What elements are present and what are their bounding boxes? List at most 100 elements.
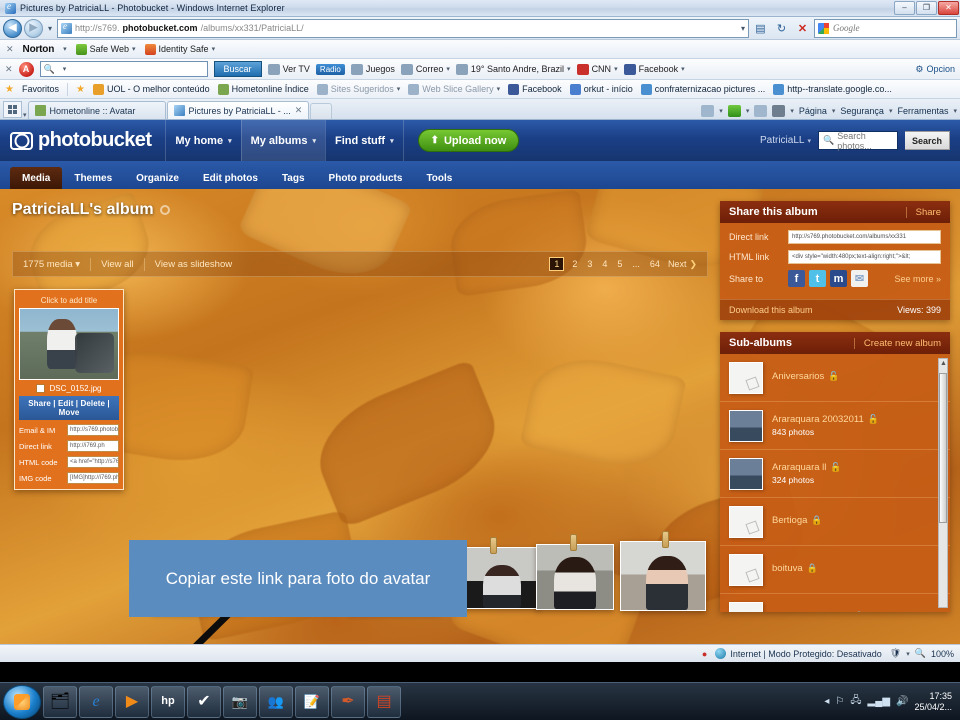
ask-item-facebook[interactable]: Facebook ▾ xyxy=(623,63,685,75)
ask-search-input[interactable]: 🔍 ▾ xyxy=(39,61,208,77)
taskbar-app-webcam[interactable]: 📷 xyxy=(223,685,257,718)
command-pagina[interactable]: Página xyxy=(799,106,827,116)
security-zone[interactable]: Internet | Modo Protegido: Desativado xyxy=(715,648,882,659)
direct-link-input[interactable]: http://i769.ph xyxy=(67,440,119,452)
url-input[interactable]: http://s769.photobucket.com/albums/xx331… xyxy=(57,18,749,38)
upload-now-button[interactable]: ⬆ Upload now xyxy=(417,129,520,152)
user-menu[interactable]: PatriciaLL ▾ xyxy=(760,135,811,146)
caret-icon[interactable]: ▾ xyxy=(746,107,750,115)
tab-hometonline-avatar[interactable]: Hometonline :: Avatar xyxy=(27,101,166,119)
norton-item-safe-web[interactable]: Safe Web ▾ xyxy=(75,43,136,55)
back-button[interactable]: ◀ xyxy=(3,18,22,38)
media-checkbox[interactable] xyxy=(36,384,46,393)
taskbar-app-check[interactable]: ✔ xyxy=(187,685,221,718)
refresh-button[interactable]: ↻ xyxy=(772,19,791,38)
norton-caret-icon[interactable]: ▾ xyxy=(63,45,67,53)
minimize-button[interactable]: – xyxy=(894,1,915,15)
photo-thumbnail[interactable] xyxy=(536,544,614,610)
photo-search-input[interactable]: 🔍 Search photos... xyxy=(817,131,898,151)
norton-close-icon[interactable]: ✕ xyxy=(6,44,14,55)
nav-find-stuff[interactable]: Find stuff ▾ xyxy=(324,120,404,161)
ask-options-button[interactable]: ⚙ Opcion xyxy=(915,64,955,75)
ask-item-cnn[interactable]: CNN ▾ xyxy=(576,63,618,75)
list-item[interactable]: Aniversarios 🔓 xyxy=(720,354,950,402)
subnav-themes[interactable]: Themes xyxy=(62,167,124,189)
taskbar-app-explorer[interactable]: 🗂 xyxy=(43,685,77,718)
command-seguranca[interactable]: Segurança xyxy=(840,106,884,116)
taskbar-app-media-player[interactable]: ▶ xyxy=(115,685,149,718)
forward-button[interactable]: ▶ xyxy=(24,18,43,38)
close-button[interactable]: ✕ xyxy=(938,1,959,15)
list-item[interactable]: Bertioga 🔒 xyxy=(720,498,950,546)
ask-close-icon[interactable]: ✕ xyxy=(5,64,13,75)
favorite-web-slice-gallery[interactable]: Web Slice Gallery ▾ xyxy=(408,83,500,95)
zoom-level[interactable]: 100% xyxy=(931,649,954,659)
add-title-link[interactable]: Click to add title xyxy=(19,294,119,308)
start-button[interactable] xyxy=(3,684,41,719)
view-slideshow-link[interactable]: View as slideshow xyxy=(145,259,242,270)
caret-icon[interactable]: ▾ xyxy=(719,107,723,115)
subnav-photo-products[interactable]: Photo products xyxy=(317,167,415,189)
compatibility-button[interactable]: ▤ xyxy=(751,19,770,38)
favorite-orkut[interactable]: orkut - início xyxy=(569,83,633,95)
taskbar-app-internet-explorer[interactable]: e xyxy=(79,685,113,718)
view-all-link[interactable]: View all xyxy=(91,259,144,270)
favorite-hometonline[interactable]: Hometonline Índice xyxy=(217,83,309,95)
new-tab-button[interactable] xyxy=(310,103,333,119)
chevron-down-icon[interactable]: ▾ xyxy=(906,650,910,658)
signal-icon[interactable]: ▂▄▆ xyxy=(868,696,890,707)
caret-icon[interactable]: ▾ xyxy=(889,107,893,115)
twitter-icon[interactable]: t xyxy=(809,270,826,287)
page-3[interactable]: 3 xyxy=(585,259,594,269)
myspace-icon[interactable]: m xyxy=(830,270,847,287)
subnav-organize[interactable]: Organize xyxy=(124,167,191,189)
page-2[interactable]: 2 xyxy=(570,259,579,269)
email-im-input[interactable]: http://s769.photob xyxy=(67,424,119,436)
favorites-label[interactable]: Favoritos xyxy=(22,84,59,94)
quick-tabs-button[interactable] xyxy=(3,101,22,118)
ask-item-ver-tv[interactable]: Ver TV xyxy=(267,63,310,75)
print-icon[interactable] xyxy=(772,105,786,117)
img-code-input[interactable]: [IMG]http://i769.ph xyxy=(67,472,119,484)
subnav-edit-photos[interactable]: Edit photos xyxy=(191,167,270,189)
history-caret-icon[interactable]: ▾ xyxy=(45,24,55,33)
media-actions[interactable]: Share | Edit | Delete | Move xyxy=(19,396,119,420)
favorite-sites-sugeridos[interactable]: Sites Sugeridos ▾ xyxy=(316,83,400,95)
network-icon[interactable]: 🖧 xyxy=(850,693,861,710)
page-64[interactable]: 64 xyxy=(648,259,662,269)
tab-close-icon[interactable]: ✕ xyxy=(295,105,303,116)
volume-icon[interactable]: 🔊 xyxy=(896,696,908,707)
media-thumbnail[interactable] xyxy=(19,308,119,380)
caret-icon[interactable]: ▾ xyxy=(790,107,794,115)
url-dropdown-icon[interactable]: ▾ xyxy=(741,24,745,33)
photobucket-logo[interactable]: photobucket xyxy=(10,129,152,152)
photo-thumbnail[interactable] xyxy=(620,541,706,611)
command-ferramentas[interactable]: Ferramentas xyxy=(897,106,948,116)
next-page-button[interactable]: Next ❯ xyxy=(668,259,697,270)
tab-pictures-by-patriciall[interactable]: Pictures by PatriciaLL - ... ✕ xyxy=(166,101,310,119)
scrollbar-thumb[interactable] xyxy=(939,373,947,523)
favorite-confraternizacao[interactable]: confraternizacao pictures ... xyxy=(640,83,765,95)
favorite-translate[interactable]: http--translate.google.co... xyxy=(773,83,892,95)
zoom-icon[interactable]: 🔍 xyxy=(915,648,926,659)
media-count-dropdown[interactable]: 1775 media ▾ xyxy=(23,259,90,270)
list-item[interactable]: Churrasco Makoto 🔒 xyxy=(720,594,950,612)
maximize-button[interactable]: ❐ xyxy=(916,1,937,15)
facebook-icon[interactable]: f xyxy=(788,270,805,287)
page-4[interactable]: 4 xyxy=(600,259,609,269)
ask-search-button[interactable]: Buscar xyxy=(213,61,262,77)
stop-button[interactable]: ✕ xyxy=(793,19,812,38)
subnav-media[interactable]: Media xyxy=(10,167,63,189)
taskbar-app-powerpoint[interactable]: ▤ xyxy=(367,685,401,718)
see-more-link[interactable]: See more » xyxy=(894,274,941,284)
add-favorite-icon[interactable]: ★ xyxy=(76,84,85,95)
flag-icon[interactable]: ⚐ xyxy=(835,696,844,707)
ask-item-radio[interactable]: Radio xyxy=(315,63,345,75)
taskbar-app-paint[interactable]: ✒ xyxy=(331,685,365,718)
show-hidden-icons-icon[interactable]: ◂ xyxy=(824,696,829,707)
email-icon[interactable]: ✉ xyxy=(851,270,868,287)
photo-search-button[interactable]: Search xyxy=(904,131,950,150)
mail-icon[interactable] xyxy=(754,105,768,117)
taskbar-app-messenger[interactable]: 👥 xyxy=(259,685,293,718)
scroll-up-icon[interactable]: ▲ xyxy=(940,360,947,367)
